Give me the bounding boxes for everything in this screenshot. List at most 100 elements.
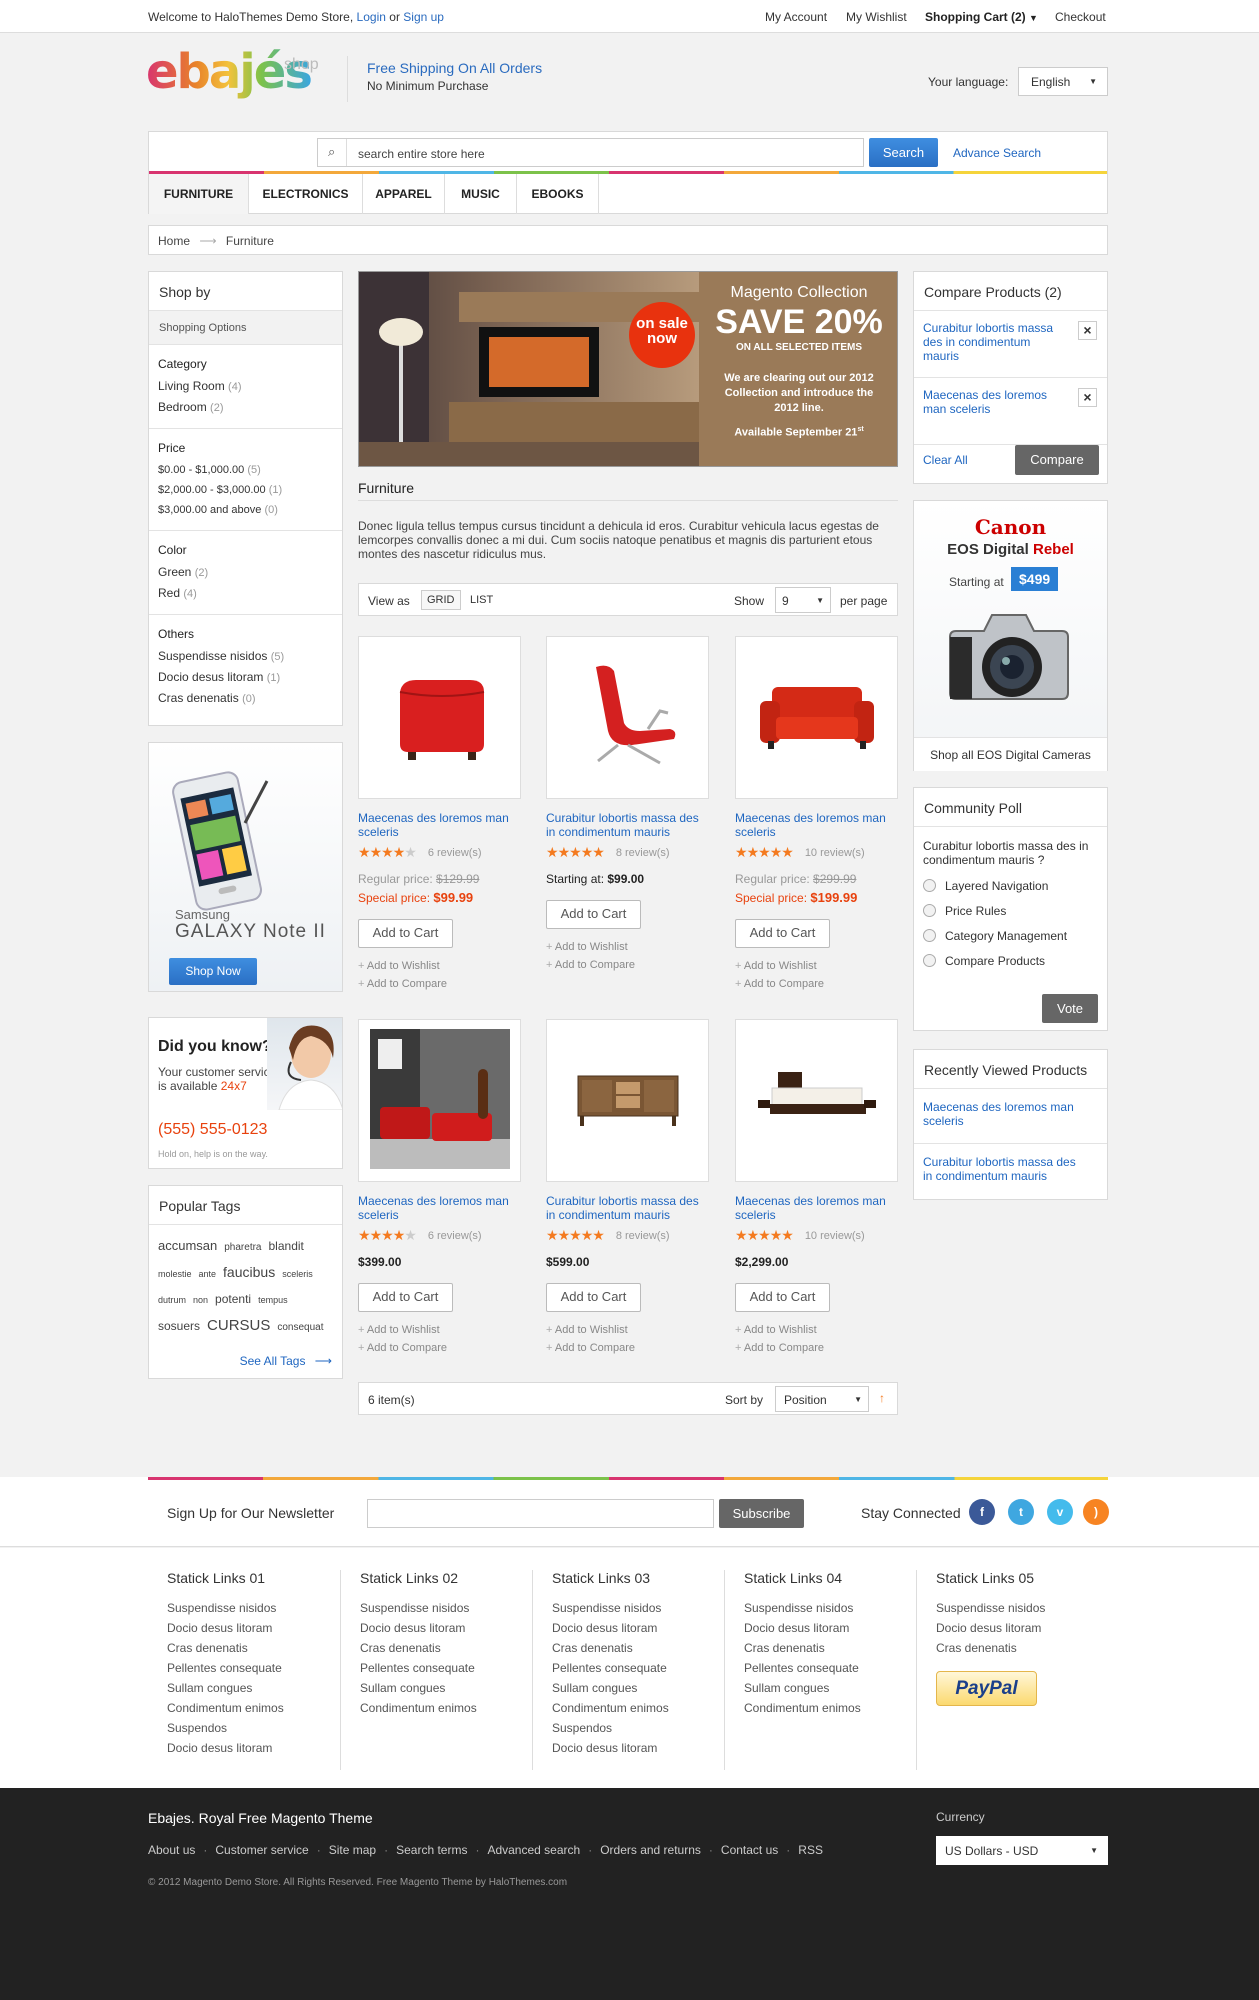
facebook-icon[interactable]: f <box>969 1499 995 1525</box>
add-to-compare-link[interactable]: Add to Compare <box>735 1339 824 1357</box>
grid-view-button[interactable]: GRID <box>421 590 461 610</box>
nav-item-music[interactable]: MUSIC <box>445 174 517 214</box>
newsletter-email-input[interactable] <box>367 1499 714 1528</box>
samsung-ad[interactable]: Samsung GALAXY Note II Shop Now <box>148 742 343 992</box>
footer-nav-link[interactable]: RSS <box>798 1843 823 1857</box>
footer-link[interactable]: Docio desus litoram <box>167 1738 340 1758</box>
compare-item-link[interactable]: Maecenas des loremos man sceleris <box>923 388 1063 416</box>
footer-link[interactable]: Docio desus litoram <box>552 1618 724 1638</box>
product-image[interactable] <box>546 1019 709 1182</box>
product-image[interactable] <box>546 636 709 799</box>
canon-ad[interactable]: Canon EOS Digital Rebel Starting at $499… <box>913 500 1108 771</box>
footer-link[interactable]: Pellentes consequate <box>360 1658 532 1678</box>
shopping-cart-link[interactable]: Shopping Cart (2) ▼ <box>925 10 1038 24</box>
footer-nav-link[interactable]: Advanced search <box>487 1843 580 1857</box>
sort-direction-icon[interactable]: ↑ <box>879 1391 885 1405</box>
product-name-link[interactable]: Maecenas des loremos man sceleris <box>735 1194 898 1222</box>
footer-link[interactable]: Docio desus litoram <box>167 1618 340 1638</box>
recently-viewed-link[interactable]: Curabitur lobortis massa des in condimen… <box>923 1155 1088 1183</box>
product-image[interactable] <box>358 636 521 799</box>
review-count[interactable]: 8 review(s) <box>616 847 670 859</box>
footer-link[interactable]: Suspendos <box>167 1718 340 1738</box>
add-to-wishlist-link[interactable]: Add to Wishlist <box>735 1321 817 1339</box>
footer-link[interactable]: Pellentes consequate <box>552 1658 724 1678</box>
footer-link[interactable]: Sullam congues <box>360 1678 532 1698</box>
tag-link[interactable]: blandit <box>269 1239 304 1253</box>
add-to-cart-button[interactable]: Add to Cart <box>546 900 641 929</box>
clear-all-link[interactable]: Clear All <box>923 453 968 467</box>
list-view-button[interactable]: LIST <box>470 594 493 606</box>
product-name-link[interactable]: Curabitur lobortis massa des in condimen… <box>546 811 709 839</box>
promo-banner[interactable]: on sale now Magento Collection SAVE 20% … <box>358 271 898 467</box>
add-to-wishlist-link[interactable]: Add to Wishlist <box>358 957 440 975</box>
sort-select[interactable]: Position ▼ <box>775 1386 869 1412</box>
close-icon[interactable]: × <box>1078 321 1097 340</box>
tag-link[interactable]: non <box>193 1295 208 1305</box>
product-name-link[interactable]: Curabitur lobortis massa des in condimen… <box>546 1194 709 1222</box>
footer-nav-link[interactable]: About us <box>148 1843 195 1857</box>
footer-link[interactable]: Suspendisse nisidos <box>552 1598 724 1618</box>
footer-link[interactable]: Docio desus litoram <box>552 1738 724 1758</box>
checkout-link[interactable]: Checkout <box>1055 10 1106 24</box>
language-select[interactable]: English ▼ <box>1018 67 1108 96</box>
product-image[interactable] <box>735 1019 898 1182</box>
footer-link[interactable]: Docio desus litoram <box>936 1618 1108 1638</box>
nav-item-electronics[interactable]: ELECTRONICS <box>249 174 363 214</box>
footer-link[interactable]: Suspendisse nisidos <box>744 1598 916 1618</box>
footer-link[interactable]: Condimentum enimos <box>167 1698 340 1718</box>
add-to-wishlist-link[interactable]: Add to Wishlist <box>735 957 817 975</box>
review-count[interactable]: 10 review(s) <box>805 1230 865 1242</box>
footer-link[interactable]: Sullam congues <box>552 1678 724 1698</box>
add-to-cart-button[interactable]: Add to Cart <box>735 919 830 948</box>
tag-link[interactable]: molestie <box>158 1269 192 1279</box>
poll-option[interactable]: Price Rules <box>914 898 1107 923</box>
add-to-cart-button[interactable]: Add to Cart <box>358 919 453 948</box>
footer-link[interactable]: Pellentes consequate <box>744 1658 916 1678</box>
nav-item-ebooks[interactable]: EBOOKS <box>517 174 599 214</box>
currency-select[interactable]: US Dollars - USD ▼ <box>936 1836 1108 1865</box>
add-to-compare-link[interactable]: Add to Compare <box>358 1339 447 1357</box>
review-count[interactable]: 10 review(s) <box>805 847 865 859</box>
footer-nav-link[interactable]: Orders and returns <box>600 1843 701 1857</box>
add-to-cart-button[interactable]: Add to Cart <box>735 1283 830 1312</box>
filter-option[interactable]: $0.00 - $1,000.00 (5) <box>158 460 333 480</box>
compare-item-link[interactable]: Curabitur lobortis massa des in condimen… <box>923 321 1063 363</box>
nav-item-apparel[interactable]: APPAREL <box>363 174 445 214</box>
add-to-compare-link[interactable]: Add to Compare <box>735 975 824 993</box>
subscribe-button[interactable]: Subscribe <box>719 1499 804 1528</box>
signup-link[interactable]: Sign up <box>403 10 444 24</box>
filter-option[interactable]: Green (2) <box>158 562 333 583</box>
footer-link[interactable]: Suspendos <box>552 1718 724 1738</box>
tag-link[interactable]: sosuers <box>158 1319 200 1333</box>
nav-item-furniture[interactable]: FURNITURE <box>149 174 249 214</box>
add-to-cart-button[interactable]: Add to Cart <box>358 1283 453 1312</box>
review-count[interactable]: 8 review(s) <box>616 1230 670 1242</box>
my-account-link[interactable]: My Account <box>765 10 827 24</box>
add-to-wishlist-link[interactable]: Add to Wishlist <box>546 938 628 956</box>
footer-link[interactable]: Cras denenatis <box>744 1638 916 1658</box>
filter-option[interactable]: Bedroom (2) <box>158 397 333 418</box>
add-to-compare-link[interactable]: Add to Compare <box>358 975 447 993</box>
vote-button[interactable]: Vote <box>1042 994 1098 1023</box>
tag-link[interactable]: sceleris <box>282 1269 313 1279</box>
add-to-wishlist-link[interactable]: Add to Wishlist <box>358 1321 440 1339</box>
tag-link[interactable]: CURSUS <box>207 1317 270 1334</box>
footer-link[interactable]: Docio desus litoram <box>744 1618 916 1638</box>
product-name-link[interactable]: Maecenas des loremos man sceleris <box>358 811 521 839</box>
footer-nav-link[interactable]: Search terms <box>396 1843 467 1857</box>
filter-option[interactable]: Red (4) <box>158 583 333 604</box>
tag-link[interactable]: consequat <box>277 1322 323 1333</box>
poll-option[interactable]: Compare Products <box>914 948 1107 973</box>
shop-canon-link[interactable]: Shop all EOS Digital Cameras <box>914 737 1107 771</box>
tag-link[interactable]: tempus <box>258 1295 288 1305</box>
shop-now-button[interactable]: Shop Now <box>169 958 257 985</box>
footer-link[interactable]: Cras denenatis <box>936 1638 1108 1658</box>
recently-viewed-link[interactable]: Maecenas des loremos man sceleris <box>923 1100 1088 1128</box>
add-to-compare-link[interactable]: Add to Compare <box>546 1339 635 1357</box>
tag-link[interactable]: potenti <box>215 1292 251 1306</box>
product-image[interactable] <box>358 1019 521 1182</box>
vimeo-icon[interactable]: v <box>1047 1499 1073 1525</box>
footer-link[interactable]: Condimentum enimos <box>360 1698 532 1718</box>
footer-link[interactable]: Condimentum enimos <box>744 1698 916 1718</box>
filter-option[interactable]: Docio desus litoram (1) <box>158 667 333 688</box>
